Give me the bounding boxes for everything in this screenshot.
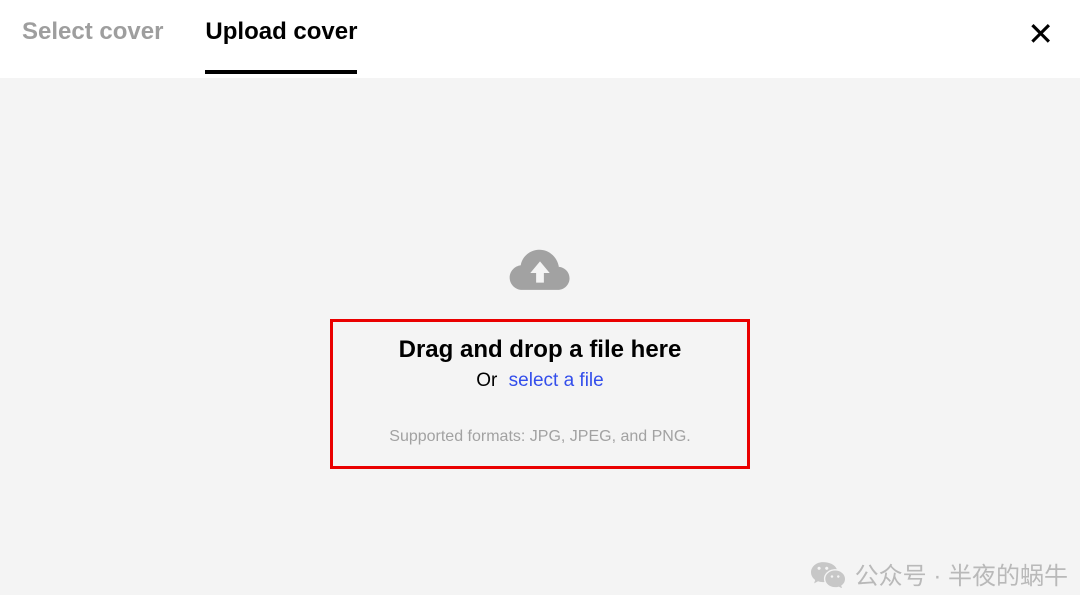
tab-select-cover[interactable]: Select cover bbox=[22, 18, 163, 74]
upload-panel: Drag and drop a file here Or select a fi… bbox=[0, 78, 1080, 595]
or-text: Or bbox=[476, 370, 497, 391]
supported-formats: Supported formats: JPG, JPEG, and PNG. bbox=[389, 428, 690, 446]
close-icon: ✕ bbox=[1027, 16, 1054, 52]
cloud-upload-icon bbox=[509, 245, 571, 297]
wechat-icon bbox=[811, 560, 845, 588]
file-dropzone[interactable]: Drag and drop a file here Or select a fi… bbox=[330, 319, 750, 469]
select-file-link[interactable]: select a file bbox=[509, 370, 604, 391]
tab-bar: Select cover Upload cover bbox=[22, 18, 357, 74]
watermark: 公众号 · 半夜的蜗牛 bbox=[811, 556, 1068, 591]
upload-wrapper: Drag and drop a file here Or select a fi… bbox=[330, 245, 750, 469]
tab-upload-cover[interactable]: Upload cover bbox=[205, 18, 357, 74]
drop-title: Drag and drop a file here bbox=[399, 336, 682, 364]
close-button[interactable]: ✕ bbox=[1023, 18, 1058, 50]
modal-header: Select cover Upload cover ✕ bbox=[0, 0, 1080, 78]
or-line: Or select a file bbox=[476, 370, 603, 392]
watermark-text: 公众号 · 半夜的蜗牛 bbox=[855, 556, 1068, 591]
